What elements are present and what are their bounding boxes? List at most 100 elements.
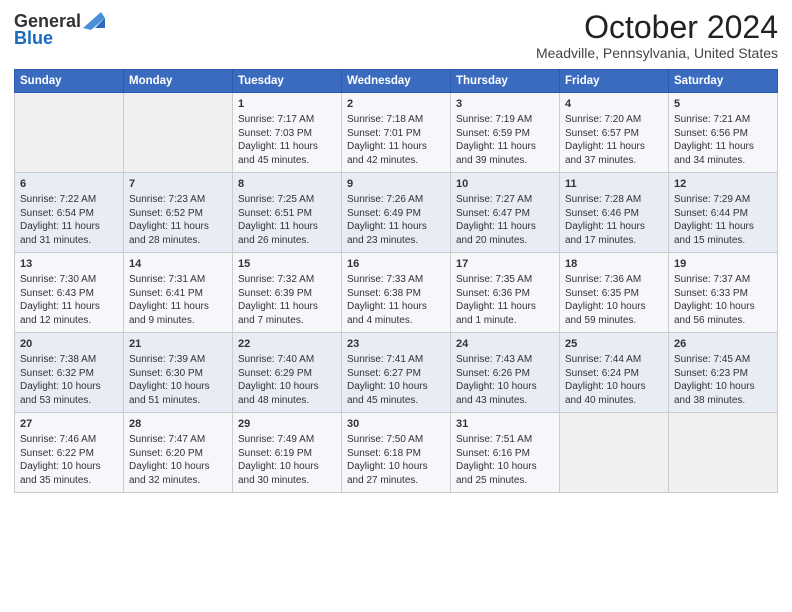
day-number: 19 (674, 257, 772, 272)
day-number: 20 (20, 337, 118, 352)
calendar-cell (124, 93, 233, 173)
day-number: 28 (129, 417, 227, 432)
calendar-week-2: 6Sunrise: 7:22 AMSunset: 6:54 PMDaylight… (15, 173, 778, 253)
calendar-cell: 5Sunrise: 7:21 AMSunset: 6:56 PMDaylight… (669, 93, 778, 173)
calendar-cell: 22 Sunrise: 7:40 AM Sunset: 6:29 PM Dayligh… (233, 333, 342, 413)
calendar-cell (560, 413, 669, 493)
day-number: 2 (347, 97, 445, 112)
day-number: 23 (347, 337, 445, 352)
daylight-text: Daylight: 11 hours and 39 minutes. (456, 141, 536, 166)
calendar-week-5: 27Sunrise: 7:46 AMSunset: 6:22 PMDayligh… (15, 413, 778, 493)
daylight-text: Daylight: 11 hours and 20 minutes. (456, 221, 536, 246)
daylight-text: Daylight: 10 hours and 51 minutes. (129, 381, 210, 406)
day-number: 31 (456, 417, 554, 432)
day-number: 24 (456, 337, 554, 352)
calendar-cell: 3Sunrise: 7:19 AMSunset: 6:59 PMDaylight… (451, 93, 560, 173)
calendar-week-4: 20Sunrise: 7:38 AMSunset: 6:32 PMDayligh… (15, 333, 778, 413)
sunrise-text: Sunrise: 7:49 AM (238, 434, 314, 445)
sunrise-text: Sunrise: 7:26 AM (347, 194, 423, 205)
calendar-cell: 25Sunrise: 7:44 AMSunset: 6:24 PMDayligh… (560, 333, 669, 413)
sunset-text: Sunset: 6:35 PM (565, 288, 639, 299)
sunset-text: Sunset: 6:18 PM (347, 448, 421, 459)
day-number: 3 (456, 97, 554, 112)
sunrise-text: Sunrise: 7:41 AM (347, 354, 423, 365)
sunrise-text: Sunrise: 7:22 AM (20, 194, 96, 205)
calendar-header-friday: Friday (560, 70, 669, 93)
calendar-cell: 9Sunrise: 7:26 AMSunset: 6:49 PMDaylight… (342, 173, 451, 253)
daylight-text: Daylight: 11 hours and 28 minutes. (129, 221, 209, 246)
sunrise-text: Sunrise: 7:35 AM (456, 274, 532, 285)
page-title: October 2024 (536, 10, 778, 45)
sunset-text: Sunset: 6:49 PM (347, 208, 421, 219)
sunset-text: Sunset: 6:47 PM (456, 208, 530, 219)
calendar-header-row: SundayMondayTuesdayWednesdayThursdayFrid… (15, 70, 778, 93)
day-number: 8 (238, 177, 336, 192)
title-block: October 2024 Meadville, Pennsylvania, Un… (536, 10, 778, 61)
logo-icon (83, 10, 105, 30)
calendar-cell: 27Sunrise: 7:46 AMSunset: 6:22 PMDayligh… (15, 413, 124, 493)
daylight-text: Daylight: 10 hours and 48 minutes. (238, 381, 319, 406)
sunset-text: Sunset: 6:52 PM (129, 208, 203, 219)
daylight-text: Daylight: 10 hours and 35 minutes. (20, 461, 101, 486)
sunset-text: Sunset: 6:29 PM (238, 368, 312, 379)
header: General Blue October 2024 Meadville, Pen… (14, 10, 778, 61)
day-number: 12 (674, 177, 772, 192)
calendar-cell: 4Sunrise: 7:20 AMSunset: 6:57 PMDaylight… (560, 93, 669, 173)
sunrise-text: Sunrise: 7:17 AM (238, 114, 314, 125)
calendar-header-monday: Monday (124, 70, 233, 93)
daylight-text: Daylight: 10 hours and 32 minutes. (129, 461, 210, 486)
daylight-text: Daylight: 11 hours and 42 minutes. (347, 141, 427, 166)
day-number: 9 (347, 177, 445, 192)
sunset-text: Sunset: 6:30 PM (129, 368, 203, 379)
sunrise-text: Sunrise: 7:39 AM (129, 354, 205, 365)
sunrise-text: Sunrise: 7:46 AM (20, 434, 96, 445)
logo: General Blue (14, 10, 105, 49)
sunset-text: Sunset: 6:46 PM (565, 208, 639, 219)
calendar-cell (669, 413, 778, 493)
calendar-cell: 12Sunrise: 7:29 AMSunset: 6:44 PMDayligh… (669, 173, 778, 253)
daylight-text: Daylight: 10 hours and 56 minutes. (674, 301, 755, 326)
sunrise-text: Sunrise: 7:37 AM (674, 274, 750, 285)
page: General Blue October 2024 Meadville, Pen… (0, 0, 792, 612)
day-number: 30 (347, 417, 445, 432)
sunrise-text: Sunrise: 7:31 AM (129, 274, 205, 285)
calendar-header-wednesday: Wednesday (342, 70, 451, 93)
day-number: 16 (347, 257, 445, 272)
day-number: 25 (565, 337, 663, 352)
sunrise-text: Sunrise: 7:30 AM (20, 274, 96, 285)
daylight-text: Daylight: 11 hours and 37 minutes. (565, 141, 645, 166)
sunrise-text: Sunrise: 7:36 AM (565, 274, 641, 285)
daylight-text: Daylight: 10 hours and 25 minutes. (456, 461, 537, 486)
daylight-text: Daylight: 11 hours and 12 minutes. (20, 301, 100, 326)
sunrise-text: Sunrise: 7:28 AM (565, 194, 641, 205)
day-number: 17 (456, 257, 554, 272)
sunrise-text: Sunrise: 7:32 AM (238, 274, 314, 285)
calendar-cell: 30Sunrise: 7:50 AMSunset: 6:18 PMDayligh… (342, 413, 451, 493)
sunrise-text: Sunrise: 7:50 AM (347, 434, 423, 445)
sunset-text: Sunset: 6:23 PM (674, 368, 748, 379)
daylight-text: Daylight: 10 hours and 45 minutes. (347, 381, 428, 406)
calendar-cell: 8Sunrise: 7:25 AMSunset: 6:51 PMDaylight… (233, 173, 342, 253)
daylight-text: Daylight: 10 hours and 59 minutes. (565, 301, 646, 326)
daylight-text: Daylight: 11 hours and 9 minutes. (129, 301, 209, 326)
sunrise-text: Sunrise: 7:23 AM (129, 194, 205, 205)
sunset-text: Sunset: 6:41 PM (129, 288, 203, 299)
daylight-text: Daylight: 10 hours and 38 minutes. (674, 381, 755, 406)
calendar: SundayMondayTuesdayWednesdayThursdayFrid… (14, 69, 778, 493)
calendar-cell: 1Sunrise: 7:17 AMSunset: 7:03 PMDaylight… (233, 93, 342, 173)
calendar-cell: 10Sunrise: 7:27 AMSunset: 6:47 PMDayligh… (451, 173, 560, 253)
sunrise-text: Sunrise: 7:20 AM (565, 114, 641, 125)
calendar-header-thursday: Thursday (451, 70, 560, 93)
sunrise-text: Sunrise: 7:40 AM (238, 354, 314, 365)
calendar-cell: 31Sunrise: 7:51 AMSunset: 6:16 PMDayligh… (451, 413, 560, 493)
day-number: 22 (238, 337, 336, 352)
day-number: 7 (129, 177, 227, 192)
calendar-header-tuesday: Tuesday (233, 70, 342, 93)
sunset-text: Sunset: 6:26 PM (456, 368, 530, 379)
sunrise-text: Sunrise: 7:43 AM (456, 354, 532, 365)
day-number: 11 (565, 177, 663, 192)
calendar-cell: 13Sunrise: 7:30 AMSunset: 6:43 PMDayligh… (15, 253, 124, 333)
page-subtitle: Meadville, Pennsylvania, United States (536, 45, 778, 61)
day-number: 15 (238, 257, 336, 272)
calendar-cell: 15Sunrise: 7:32 AMSunset: 6:39 PMDayligh… (233, 253, 342, 333)
